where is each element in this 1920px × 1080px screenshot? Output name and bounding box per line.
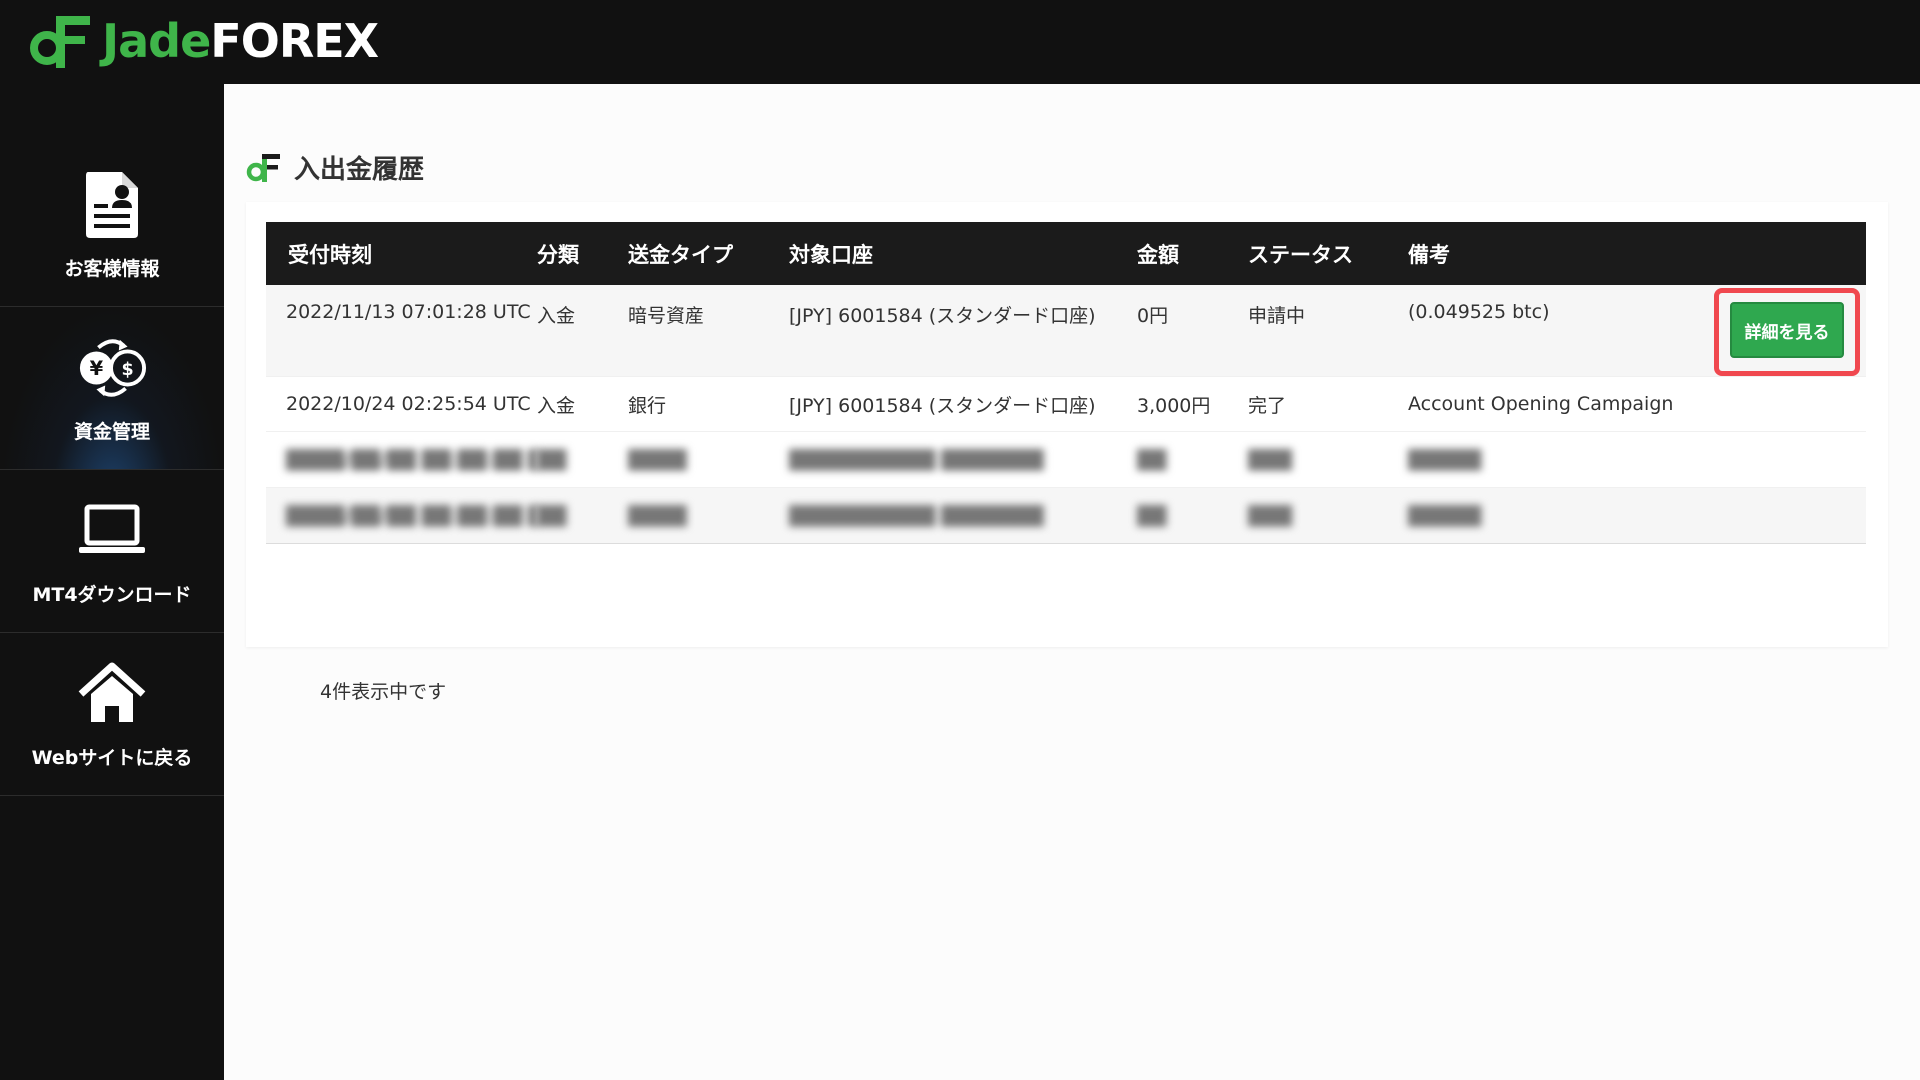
cell-category: 入金 [537,394,576,417]
table-row-redacted: ████/██/██ ██:██:██ █ ██ ██ ██ ██ ████████… [266,432,1866,488]
cell-account: [JPY] 6001584 (スタンダード口座) [789,305,1096,327]
sidebar: お客様情報 ¥ $ 資金管理 MT4ダウンロード Webサイトに戻る [0,84,224,1080]
column-header-amount: 金額 [1137,242,1179,267]
cell-category-redacted: ██ [537,504,567,527]
cell-transfer-type: 暗号資産 [628,305,705,327]
jadeforex-logo[interactable]: JadeFOREX [28,12,379,70]
table-row: 2022/11/13 07:01:28 UTC 入金 暗号資産 [JPY] 60… [266,285,1866,377]
cell-category: 入金 [537,305,576,327]
sidebar-item-mt4-download[interactable]: MT4ダウンロード [0,470,224,633]
cell-transfer-type-redacted: ████ [628,448,687,471]
cell-note: (0.049525 btc) [1408,301,1550,323]
cell-category-redacted: ██ [537,448,567,471]
cell-time-redacted: ████/██/██ ██:██:██ ███ [286,448,537,471]
cell-status: 完了 [1248,394,1287,417]
laptop-icon [77,496,147,566]
page-title: 入出金履歴 [294,155,425,185]
logo-text-jade: Jade [102,14,211,68]
sidebar-item-label: Webサイトに戻る [31,746,193,769]
column-header-note: 備考 [1408,242,1450,267]
deposit-withdrawal-table: 受付時刻 分類 送金タイプ 対象口座 金額 ステータス 備考 2022/11/1… [266,222,1866,544]
cell-time-redacted: ████/██/██ ██:██:██ ███ [286,504,537,527]
table-row: 2022/10/24 02:25:54 UTC 入金 銀行 [JPY] 6001… [266,377,1866,432]
top-bar: JadeFOREX [0,0,1920,84]
cell-note-redacted: █████ [1408,504,1482,527]
sidebar-item-back-to-website[interactable]: Webサイトに戻る [0,633,224,796]
sidebar-item-label: お客様情報 [64,257,160,280]
result-count-text: 4件表示中です [320,681,447,703]
page-header: 入出金履歴 [246,149,424,186]
svg-text:¥: ¥ [90,356,104,379]
cell-amount-redacted: ██ [1137,448,1167,471]
currency-exchange-icon: ¥ $ [77,333,147,403]
cell-account: [JPY] 6001584 (スタンダード口座) [789,394,1096,417]
cell-account-redacted: ██████████ ███████ [789,504,1044,527]
column-header-status: ステータス [1248,242,1353,267]
cell-transfer-type: 銀行 [628,394,667,417]
column-header-time: 受付時刻 [288,242,372,267]
sidebar-item-label: 資金管理 [73,420,150,443]
logo-text: JadeFOREX [102,12,379,70]
svg-text:$: $ [121,359,133,379]
customer-document-icon [77,170,147,240]
cell-status: 申請中 [1248,305,1306,327]
main-content: 入出金履歴 受付時刻 分類 送金タイプ 対象口座 金額 ステータス 備考 202… [224,84,1920,1080]
cell-status-redacted: ███ [1248,448,1292,471]
cell-account-redacted: ██████████ ███████ [789,448,1044,471]
jadeforex-mark-icon [246,153,280,182]
sidebar-item-customer-info[interactable]: お客様情報 [0,84,224,307]
cell-amount: 0円 [1137,305,1169,327]
history-panel: 受付時刻 分類 送金タイプ 対象口座 金額 ステータス 備考 2022/11/1… [246,202,1888,703]
jadeforex-logo-mark-icon [30,16,90,68]
sidebar-item-fund-management[interactable]: ¥ $ 資金管理 [0,307,224,470]
cell-amount: 3,000円 [1137,394,1211,417]
sidebar-item-label: MT4ダウンロード [32,583,192,606]
home-icon [77,659,147,729]
column-header-category: 分類 [537,242,579,267]
table-row-redacted: ████/██/██ ██:██:██ █ ██ ██ ██ ██ ████████… [266,488,1866,544]
cell-time: 2022/11/13 07:01:28 UTC [286,301,531,323]
column-header-transfer-type: 送金タイプ [628,242,733,267]
cell-note: Account Opening Campaign [1408,393,1674,415]
view-details-button[interactable]: 詳細を見る [1730,302,1844,358]
cell-transfer-type-redacted: ████ [628,504,687,527]
column-header-account: 対象口座 [789,242,873,267]
cell-note-redacted: █████ [1408,448,1482,471]
logo-text-forex: FOREX [210,14,379,68]
table-header: 受付時刻 分類 送金タイプ 対象口座 金額 ステータス 備考 [266,222,1866,285]
cell-time: 2022/10/24 02:25:54 UTC [286,393,531,415]
cell-amount-redacted: ██ [1137,504,1167,527]
cell-status-redacted: ███ [1248,504,1292,527]
